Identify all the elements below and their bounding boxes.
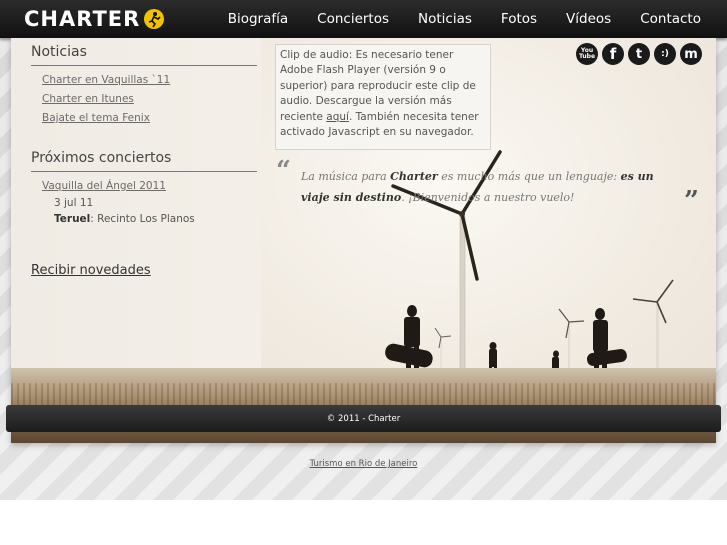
news-link[interactable]: Charter en Vaquillas `11 — [42, 74, 257, 86]
nav-conciertos[interactable]: Conciertos — [317, 11, 389, 27]
download-flash-link[interactable]: aquí — [326, 111, 349, 123]
tuenti-icon[interactable]: :) — [654, 43, 676, 65]
top-navigation: CHARTER Biografía Conciertos Noticias Fo… — [0, 0, 727, 38]
news-link[interactable]: Bajate el tema Fenix — [42, 112, 257, 124]
concert-venue: : Recinto Los Planos — [90, 213, 195, 225]
concert-link[interactable]: Vaquilla del Ángel 2011 — [42, 180, 257, 192]
quote-open-mark: “ — [276, 156, 291, 186]
nav-biografia[interactable]: Biografía — [228, 11, 288, 27]
social-links: You Tube f t :) m — [572, 43, 702, 65]
facebook-icon[interactable]: f — [602, 43, 624, 65]
site-logo[interactable]: CHARTER — [24, 6, 165, 32]
quote-band-name: Charter — [390, 170, 438, 183]
nav-contacto[interactable]: Contacto — [640, 11, 701, 27]
footer-bar: © 2011 - Charter — [6, 405, 721, 432]
subscribe-link[interactable]: Recibir novedades — [31, 263, 151, 278]
sidebar: Noticias Charter en Vaquillas `11 Charte… — [31, 44, 257, 225]
concerts-heading: Próximos conciertos — [31, 150, 257, 172]
logo-figure-icon — [144, 9, 165, 29]
news-link[interactable]: Charter en Itunes — [42, 93, 257, 105]
logo-text: CHARTER — [24, 7, 141, 31]
band-quote: La música para Charter es mucho más que … — [301, 166, 671, 208]
quote-part-1: La música para — [301, 170, 391, 183]
concert-date: 3 jul 11 — [54, 197, 94, 209]
copyright-text: © 2011 - Charter — [326, 413, 401, 424]
footer-external-link[interactable]: Turismo en Rio de Janeiro — [0, 459, 727, 469]
concert-city: Teruel — [54, 213, 91, 225]
quote-close-mark: ” — [684, 186, 699, 216]
content-card: Noticias Charter en Vaquillas `11 Charte… — [11, 38, 716, 443]
news-heading: Noticias — [31, 44, 257, 66]
quote-part-3: . ¡Bienvenidos a nuestro vuelo! — [401, 191, 575, 204]
youtube-icon[interactable]: You Tube — [576, 43, 598, 65]
concert-location: Teruel: Recinto Los Planos — [54, 213, 257, 225]
main-menu: Biografía Conciertos Noticias Fotos Víde… — [199, 0, 701, 38]
quote-part-2: es mucho más que un lenguaje: — [437, 170, 621, 183]
nav-noticias[interactable]: Noticias — [418, 11, 472, 27]
myspace-icon[interactable]: m — [680, 43, 702, 65]
nav-videos[interactable]: Vídeos — [566, 11, 611, 27]
twitter-icon[interactable]: t — [628, 43, 650, 65]
audio-player-notice: Clip de audio: Es necesario tener Adobe … — [275, 44, 491, 150]
nav-fotos[interactable]: Fotos — [501, 11, 537, 27]
